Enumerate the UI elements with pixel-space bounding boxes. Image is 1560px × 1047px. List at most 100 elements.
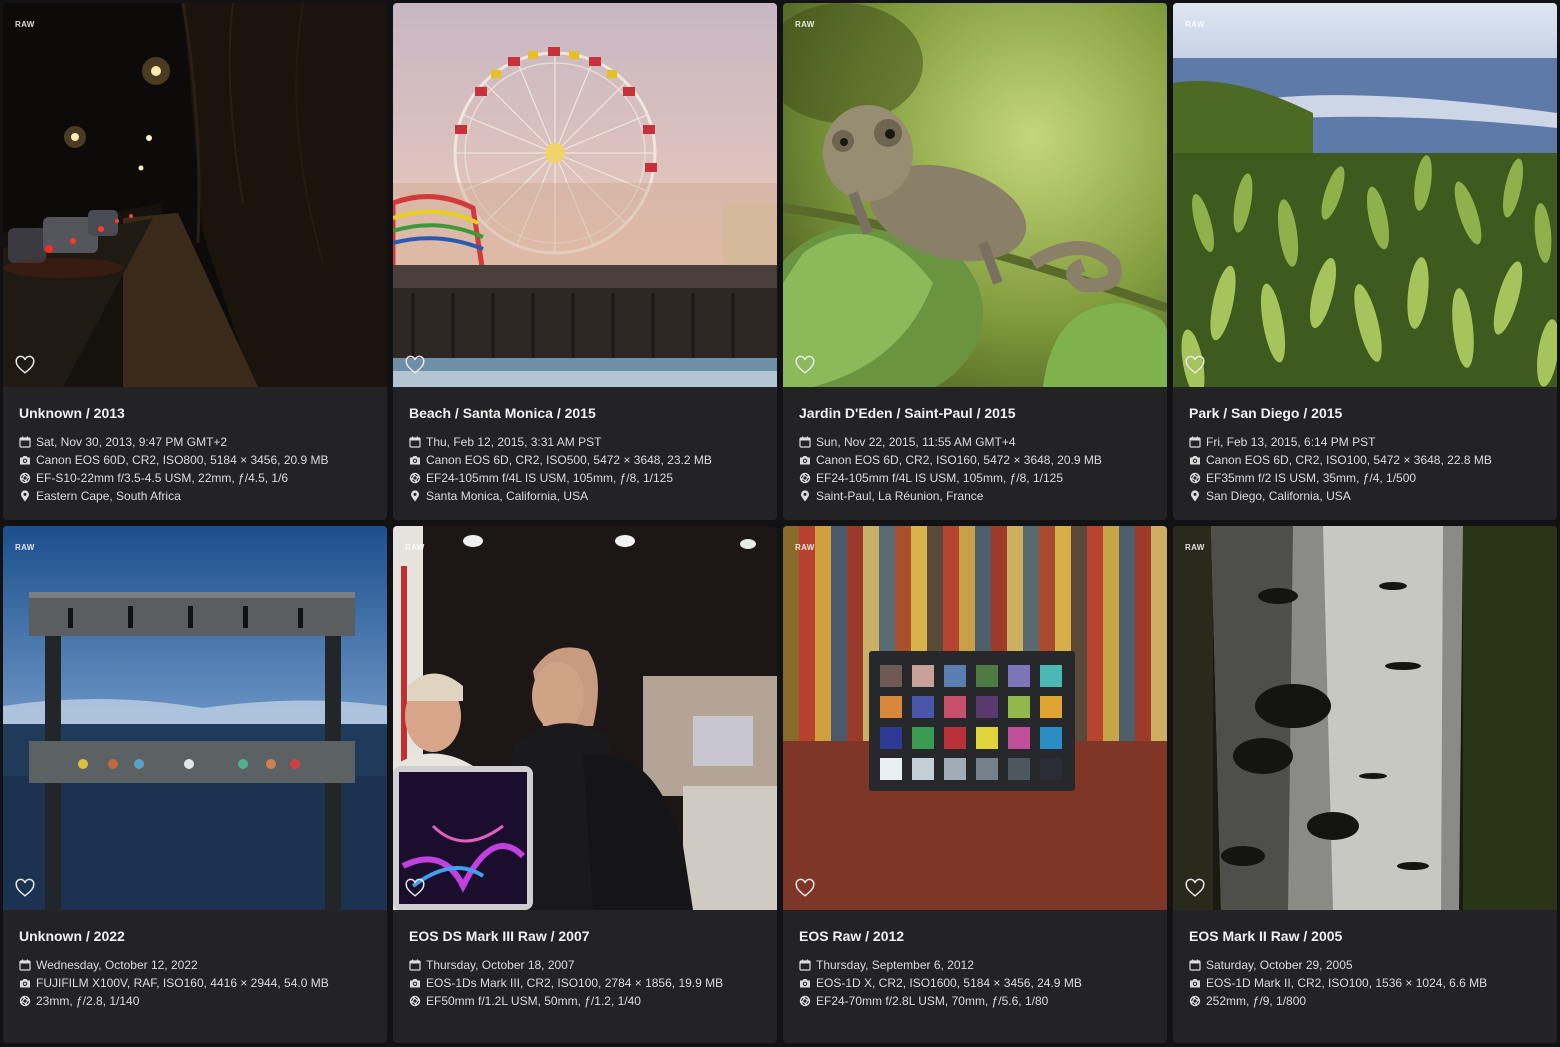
photo-camera-row: Canon EOS 6D, CR2, ISO160, 5472 × 3648, … [799,451,1151,469]
aperture-icon [409,472,421,484]
heart-outline-icon[interactable] [14,877,36,899]
aperture-icon [799,472,811,484]
photo-date-row: Thu, Feb 12, 2015, 3:31 AM PST [409,433,761,451]
photo-lens-row: EF50mm f/1.2L USM, 50mm, ƒ/1.2, 1/40 [409,992,761,1010]
photo-info: Unknown / 2013 Sat, Nov 30, 2013, 9:47 P… [3,387,387,505]
photo-camera-row: Canon EOS 6D, CR2, ISO500, 5472 × 3648, … [409,451,761,469]
heart-outline-icon[interactable] [794,354,816,376]
photo-date: Thursday, October 18, 2007 [426,958,575,972]
heart-outline-icon[interactable] [404,877,426,899]
camera-icon [799,977,811,989]
aperture-icon [409,995,421,1007]
photo-lens: EF50mm f/1.2L USM, 50mm, ƒ/1.2, 1/40 [426,994,641,1008]
photo-info: Jardin D'Eden / Saint-Paul / 2015 Sun, N… [783,387,1167,505]
heart-outline-icon[interactable] [794,877,816,899]
photo-card[interactable]: RAW EOS Mark II Raw / 2005 Saturday, Oct… [1173,526,1557,1043]
photo-info: EOS Raw / 2012 Thursday, September 6, 20… [783,910,1167,1010]
photo-info: EOS Mark II Raw / 2005 Saturday, October… [1173,910,1557,1010]
photo-title[interactable]: Unknown / 2022 [19,928,371,946]
photo-birch-trunk [1173,526,1557,910]
photo-thumbnail[interactable]: RAW [1173,526,1557,910]
photo-thumbnail[interactable]: RAW [1173,3,1557,387]
photo-thumbnail[interactable]: RAW [3,526,387,910]
photo-date: Thursday, September 6, 2012 [816,958,974,972]
photo-date-row: Wednesday, October 12, 2022 [19,956,371,974]
photo-location[interactable]: Saint-Paul, La Réunion, France [816,489,983,503]
photo-info: Beach / Santa Monica / 2015 Thu, Feb 12,… [393,387,777,505]
photo-date-row: Saturday, October 29, 2005 [1189,956,1541,974]
calendar-icon [1189,436,1201,448]
camera-icon [409,977,421,989]
photo-location[interactable]: Eastern Cape, South Africa [36,489,181,503]
photo-card[interactable]: Beach / Santa Monica / 2015 Thu, Feb 12,… [393,3,777,520]
heart-outline-icon[interactable] [1184,354,1206,376]
photo-thumbnail[interactable]: RAW [783,526,1167,910]
heart-outline-icon[interactable] [1184,877,1206,899]
photo-title[interactable]: Beach / Santa Monica / 2015 [409,405,761,423]
photo-lens: EF-S10-22mm f/3.5-4.5 USM, 22mm, ƒ/4.5, … [36,471,289,485]
photo-thumbnail[interactable]: RAW [393,526,777,910]
raw-badge: RAW [795,20,815,29]
photo-location[interactable]: Santa Monica, California, USA [426,489,588,503]
photo-date: Saturday, October 29, 2005 [1206,958,1353,972]
photo-camera-row: EOS-1Ds Mark III, CR2, ISO100, 2784 × 18… [409,974,761,992]
map-pin-icon [19,490,31,502]
heart-outline-icon[interactable] [404,354,426,376]
calendar-icon [799,436,811,448]
calendar-icon [799,959,811,971]
photo-title[interactable]: EOS Raw / 2012 [799,928,1151,946]
photo-camera-row: Canon EOS 60D, CR2, ISO800, 5184 × 3456,… [19,451,371,469]
photo-camera: Canon EOS 6D, CR2, ISO100, 5472 × 3648, … [1206,453,1492,467]
photo-color-checker [783,526,1167,910]
raw-badge: RAW [795,543,815,552]
raw-badge: RAW [1185,20,1205,29]
camera-icon [799,454,811,466]
photo-title[interactable]: EOS Mark II Raw / 2005 [1189,928,1541,946]
calendar-icon [409,959,421,971]
aperture-icon [19,995,31,1007]
heart-outline-icon[interactable] [14,354,36,376]
photo-ferris-wheel [393,3,777,387]
photo-location[interactable]: San Diego, California, USA [1206,489,1351,503]
photo-lens: EF24-70mm f/2.8L USM, 70mm, ƒ/5.6, 1/80 [816,994,1049,1008]
photo-card[interactable]: RAW Jardin D'Eden / Saint-Paul / 2015 Su… [783,3,1167,520]
photo-camera-row: EOS-1D X, CR2, ISO1600, 5184 × 3456, 24.… [799,974,1151,992]
raw-badge: RAW [15,543,35,552]
raw-badge: RAW [405,543,425,552]
photo-date: Fri, Feb 13, 2015, 6:14 PM PST [1206,435,1376,449]
photo-title[interactable]: Jardin D'Eden / Saint-Paul / 2015 [799,405,1151,423]
camera-icon [409,454,421,466]
photo-lens-row: 23mm, ƒ/2.8, 1/140 [19,992,371,1010]
camera-icon [19,977,31,989]
photo-card[interactable]: RAW Park / San Diego / 2015 Fri, Feb 13,… [1173,3,1557,520]
photo-title[interactable]: Park / San Diego / 2015 [1189,405,1541,423]
photo-thumbnail[interactable] [393,3,777,387]
photo-date-row: Thursday, September 6, 2012 [799,956,1151,974]
photo-grid: RAW Unknown / 2013 Sat, Nov 30, 2013, 9:… [3,3,1557,1043]
photo-info: Park / San Diego / 2015 Fri, Feb 13, 201… [1173,387,1557,505]
photo-date-row: Sat, Nov 30, 2013, 9:47 PM GMT+2 [19,433,371,451]
photo-camera-row: Canon EOS 6D, CR2, ISO100, 5472 × 3648, … [1189,451,1541,469]
photo-camera: EOS-1D Mark II, CR2, ISO100, 1536 × 1024… [1206,976,1488,990]
camera-icon [19,454,31,466]
photo-camera: FUJIFILM X100V, RAF, ISO160, 4416 × 2944… [36,976,329,990]
raw-badge: RAW [1185,543,1205,552]
photo-card[interactable]: RAW EOS Raw / 2012 Thursday, September 6… [783,526,1167,1043]
photo-card[interactable]: RAW EOS DS Mark III Raw / 2007 Thursday,… [393,526,777,1043]
photo-card[interactable]: RAW Unknown / 2022 Wednesday, October 12… [3,526,387,1043]
calendar-icon [19,959,31,971]
photo-date: Sun, Nov 22, 2015, 11:55 AM GMT+4 [816,435,1016,449]
photo-title[interactable]: Unknown / 2013 [19,405,371,423]
camera-icon [1189,977,1201,989]
photo-thumbnail[interactable]: RAW [3,3,387,387]
photo-thumbnail[interactable]: RAW [783,3,1167,387]
photo-card[interactable]: RAW Unknown / 2013 Sat, Nov 30, 2013, 9:… [3,3,387,520]
photo-date: Thu, Feb 12, 2015, 3:31 AM PST [426,435,602,449]
photo-chameleon [783,3,1167,387]
photo-lens-row: EF35mm f/2 IS USM, 35mm, ƒ/4, 1/500 [1189,469,1541,487]
photo-lens: 252mm, ƒ/9, 1/800 [1206,994,1307,1008]
camera-icon [1189,454,1201,466]
photo-info: EOS DS Mark III Raw / 2007 Thursday, Oct… [393,910,777,1010]
photo-title[interactable]: EOS DS Mark III Raw / 2007 [409,928,761,946]
photo-coast-plants [1173,3,1557,387]
